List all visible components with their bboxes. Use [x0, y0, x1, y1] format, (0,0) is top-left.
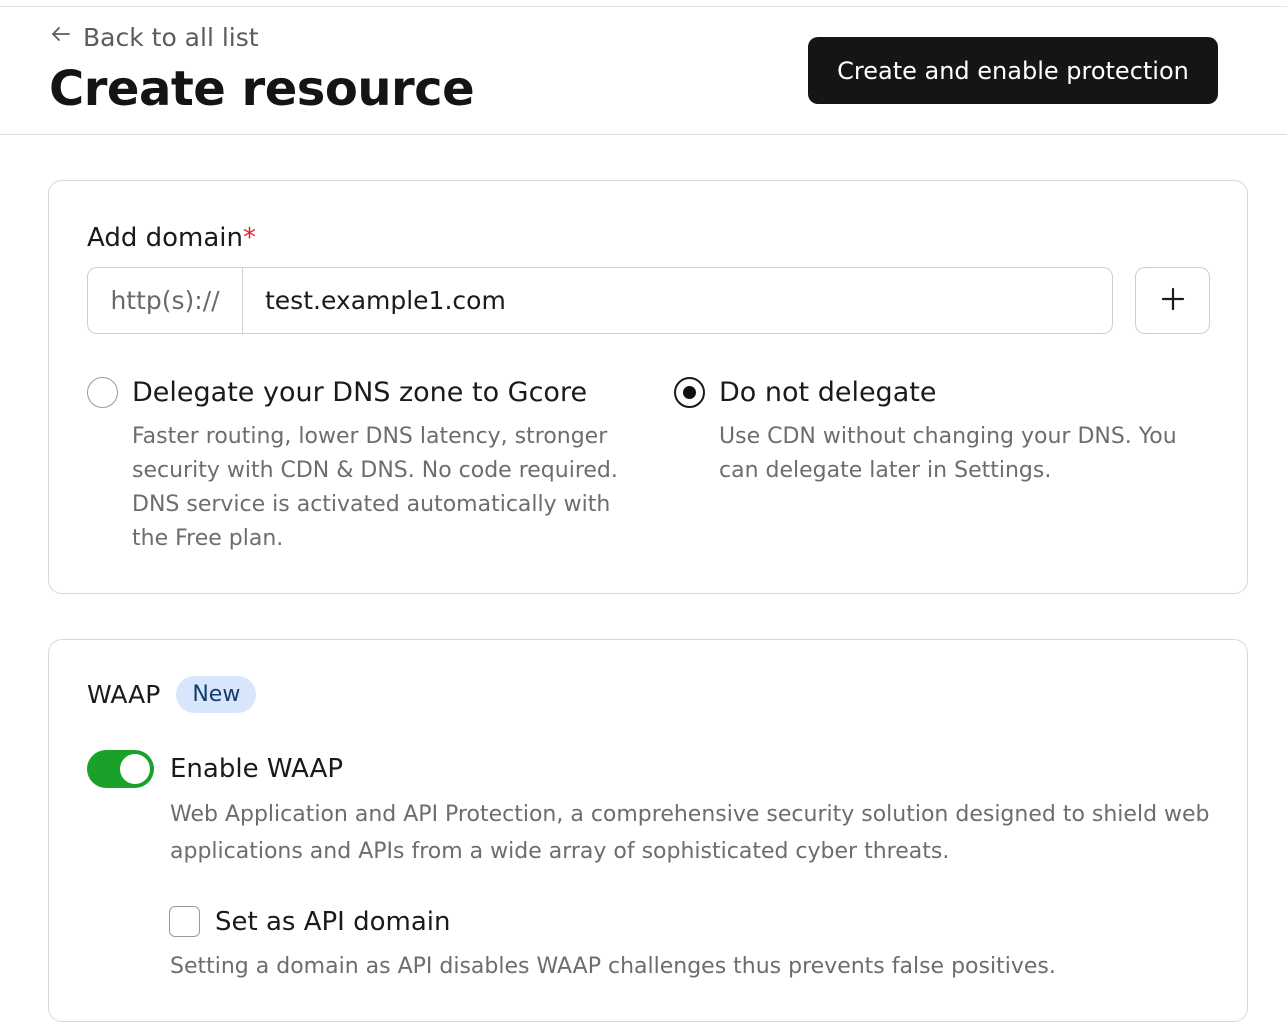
back-link-label: Back to all list [83, 22, 259, 52]
domain-input-group: http(s):// [87, 267, 1113, 334]
waap-header: WAAP New [87, 676, 257, 713]
arrow-left-icon [49, 22, 73, 52]
do-not-delegate-option: Do not delegate Use CDN without changing… [674, 377, 1194, 488]
api-domain-description: Setting a domain as API disables WAAP ch… [170, 954, 1056, 979]
delegate-dns-description: Faster routing, lower DNS latency, stron… [132, 424, 618, 551]
create-and-enable-protection-button[interactable]: Create and enable protection [808, 37, 1218, 104]
plus-icon [1159, 285, 1187, 317]
page-header: Back to all list Create resource Create … [0, 7, 1287, 135]
protocol-prefix: http(s):// [88, 268, 243, 333]
add-domain-label: Add domain* [87, 223, 256, 253]
api-domain-label: Set as API domain [215, 906, 451, 937]
page-title: Create resource [49, 61, 475, 117]
do-not-delegate-radio[interactable] [674, 377, 705, 408]
delegate-dns-radio[interactable] [87, 377, 118, 408]
waap-card: WAAP New Enable WAAP Web Application and… [48, 639, 1248, 1022]
api-domain-row[interactable]: Set as API domain [169, 906, 450, 937]
delegate-dns-title: Delegate your DNS zone to Gcore [132, 377, 588, 408]
api-domain-checkbox[interactable] [169, 906, 200, 937]
delegate-dns-radio-row[interactable]: Delegate your DNS zone to Gcore [87, 377, 647, 408]
back-link[interactable]: Back to all list [49, 22, 259, 52]
domain-input[interactable] [243, 268, 1112, 333]
do-not-delegate-description: Use CDN without changing your DNS. You c… [719, 424, 1177, 483]
enable-waap-row: Enable WAAP [87, 750, 343, 788]
delegate-dns-option: Delegate your DNS zone to Gcore Faster r… [87, 377, 647, 556]
domain-card: Add domain* http(s):// Delegate your DNS… [48, 180, 1248, 594]
add-domain-button[interactable] [1135, 267, 1210, 334]
add-domain-label-text: Add domain [87, 223, 243, 253]
waap-title: WAAP [87, 680, 161, 709]
new-badge: New [176, 676, 257, 713]
waap-description: Web Application and API Protection, a co… [170, 802, 1210, 864]
do-not-delegate-radio-row[interactable]: Do not delegate [674, 377, 1194, 408]
do-not-delegate-title: Do not delegate [719, 377, 937, 408]
required-asterisk: * [242, 223, 256, 253]
enable-waap-label: Enable WAAP [170, 754, 344, 784]
enable-waap-toggle[interactable] [87, 750, 154, 788]
